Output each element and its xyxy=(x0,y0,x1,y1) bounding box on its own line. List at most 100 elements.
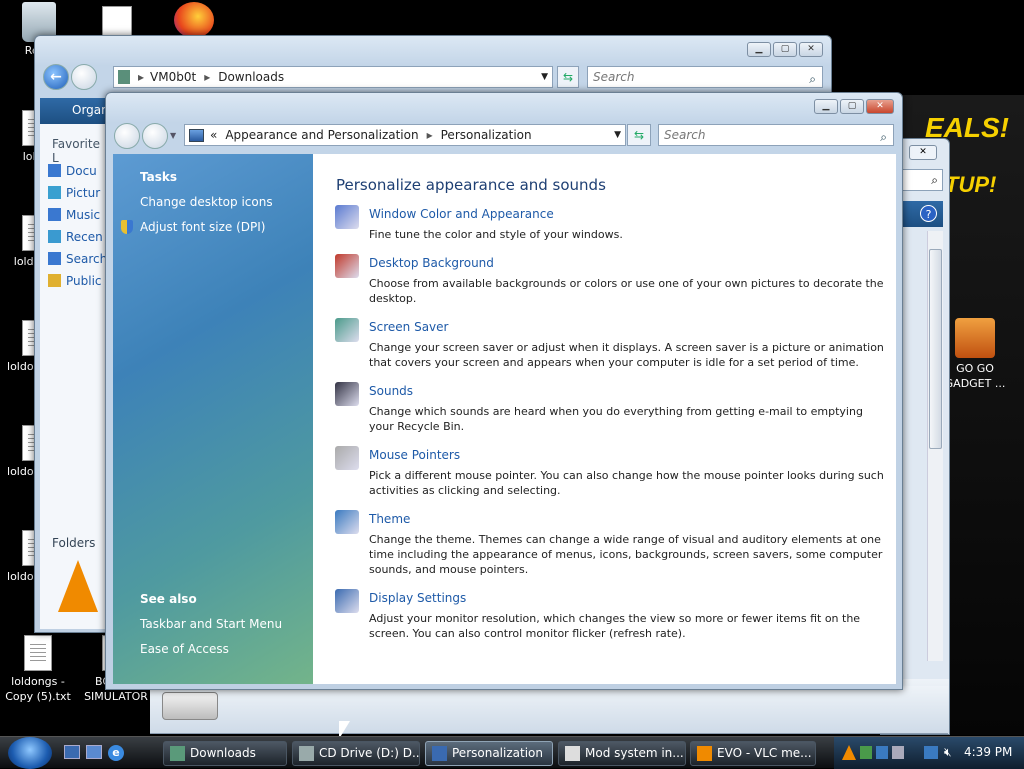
briefcase-icon xyxy=(955,318,995,358)
taskbar-button-label: EVO - VLC me... xyxy=(717,746,812,760)
favorite-link[interactable]: Music xyxy=(48,204,108,226)
sounds-icon[interactable] xyxy=(335,382,359,406)
drive-icon xyxy=(162,692,218,720)
item-link[interactable]: Mouse Pointers xyxy=(369,448,460,462)
window-icon xyxy=(565,746,580,761)
network-tray-icon[interactable] xyxy=(860,746,872,759)
folder-icon xyxy=(48,252,61,265)
desktop-icon[interactable]: loldongs - Copy (5).txt xyxy=(0,635,78,704)
item-description: Adjust your monitor resolution, which ch… xyxy=(369,612,861,640)
search-placeholder: Search xyxy=(593,70,635,84)
quick-launch: e xyxy=(64,745,124,761)
folder-icon xyxy=(48,274,61,287)
breadcrumb-separator: ▸ xyxy=(426,128,433,142)
item-link[interactable]: Desktop Background xyxy=(369,256,494,270)
organize-button[interactable]: Organ xyxy=(72,103,109,117)
search-icon[interactable]: ⌕ xyxy=(901,169,943,191)
taskbar-button[interactable]: Personalization xyxy=(425,741,553,766)
address-dropdown-icon[interactable]: ▼ xyxy=(614,130,621,140)
desktop-background-icon[interactable] xyxy=(335,254,359,278)
task-adjust-font-size[interactable]: Adjust font size (DPI) xyxy=(140,220,265,234)
screen-saver-icon[interactable] xyxy=(335,318,359,342)
item-link[interactable]: Display Settings xyxy=(369,591,466,605)
vlc-tray-icon[interactable] xyxy=(842,745,856,760)
back-button[interactable]: ← xyxy=(43,64,69,90)
forward-button[interactable] xyxy=(71,64,97,90)
scrollbar-thumb[interactable] xyxy=(929,249,942,449)
maximize-button[interactable]: ▢ xyxy=(840,99,864,114)
minimize-button[interactable]: ▁ xyxy=(747,42,771,57)
volume-muted-icon[interactable]: 🔇︎ xyxy=(944,745,952,760)
breadcrumb-prefix[interactable]: « xyxy=(210,128,217,142)
taskbar-button[interactable]: Downloads xyxy=(163,741,287,766)
downloads-search-input[interactable]: Search ⌕ xyxy=(587,66,823,88)
close-button[interactable]: ✕ xyxy=(799,42,823,57)
item-link[interactable]: Theme xyxy=(369,512,410,526)
refresh-button[interactable]: ⇆ xyxy=(627,124,651,146)
page-heading: Personalize appearance and sounds xyxy=(336,176,606,194)
breadcrumb-root[interactable]: VM0b0t xyxy=(150,70,196,84)
forward-button[interactable] xyxy=(142,123,168,149)
window-color-icon[interactable] xyxy=(335,205,359,229)
internet-explorer-icon[interactable]: e xyxy=(108,745,124,761)
favorite-link[interactable]: Recen xyxy=(48,226,108,248)
favorite-link[interactable]: Public xyxy=(48,270,108,292)
item-link[interactable]: Screen Saver xyxy=(369,320,448,334)
minimize-button[interactable]: ▁ xyxy=(814,99,838,114)
recent-pages-icon[interactable]: ▼ xyxy=(170,131,176,140)
taskbar-button[interactable]: EVO - VLC me... xyxy=(690,741,816,766)
see-also-header: See also xyxy=(140,592,197,606)
downloads-address-bar[interactable]: ▸ VM0b0t ▸ Downloads ▼ xyxy=(113,66,553,88)
favorite-link[interactable]: Search xyxy=(48,248,108,270)
help-icon[interactable]: ? xyxy=(920,205,937,222)
ad-text-setup: TUP! xyxy=(945,172,997,197)
item-description: Change which sounds are heard when you d… xyxy=(369,405,863,433)
scrollbar[interactable] xyxy=(927,231,943,661)
display-settings-icon[interactable] xyxy=(335,589,359,613)
cd-drive-bottom xyxy=(150,686,948,734)
close-button[interactable]: ✕ xyxy=(866,99,894,114)
search-input[interactable]: Search ⌕ xyxy=(658,124,894,146)
refresh-button[interactable]: ⇆ xyxy=(557,66,579,88)
theme-icon[interactable] xyxy=(335,510,359,534)
favorite-link-label: Pictur xyxy=(66,186,101,200)
switch-windows-icon[interactable] xyxy=(86,745,102,759)
firefox-icon[interactable] xyxy=(174,2,214,38)
taskbar-button[interactable]: CD Drive (D:) D... xyxy=(292,741,420,766)
personalization-window[interactable]: ▁ ▢ ✕ ▼ « Appearance and Personalization… xyxy=(105,92,903,690)
breadcrumb-current[interactable]: Downloads xyxy=(218,70,284,84)
item-description: Pick a different mouse pointer. You can … xyxy=(369,469,884,497)
breadcrumb-appearance[interactable]: Appearance and Personalization xyxy=(225,128,418,142)
item-link[interactable]: Sounds xyxy=(369,384,413,398)
show-desktop-icon[interactable] xyxy=(64,745,80,759)
downloads-window-controls: ▁ ▢ ✕ xyxy=(747,42,823,57)
start-button[interactable] xyxy=(8,737,52,769)
close-button[interactable]: ✕ xyxy=(909,145,937,160)
favorite-link[interactable]: Pictur xyxy=(48,182,108,204)
favorite-link-label: Public xyxy=(66,274,102,288)
display-tray-icon[interactable] xyxy=(892,746,904,759)
taskbar-button-label: Personalization xyxy=(452,746,543,760)
link-ease-of-access[interactable]: Ease of Access xyxy=(140,642,229,656)
taskbar-button-label: Mod system in... xyxy=(585,746,684,760)
network-connection-icon[interactable] xyxy=(924,746,938,759)
taskbar-button[interactable]: Mod system in... xyxy=(558,741,686,766)
task-change-desktop-icons[interactable]: Change desktop icons xyxy=(140,195,273,209)
sync-tray-icon[interactable] xyxy=(876,746,888,759)
search-icon[interactable]: ⌕ xyxy=(880,127,887,147)
folders-toggle[interactable]: Folders xyxy=(52,536,95,550)
link-taskbar-start-menu[interactable]: Taskbar and Start Menu xyxy=(140,617,282,631)
breadcrumb-personalization[interactable]: Personalization xyxy=(441,128,532,142)
favorite-link[interactable]: Docu xyxy=(48,160,108,182)
address-bar[interactable]: « Appearance and Personalization ▸ Perso… xyxy=(184,124,626,146)
breadcrumb-separator: ▸ xyxy=(204,70,211,84)
address-dropdown-icon[interactable]: ▼ xyxy=(541,72,548,82)
item-description: Fine tune the color and style of your wi… xyxy=(369,228,623,241)
back-button[interactable] xyxy=(114,123,140,149)
search-icon[interactable]: ⌕ xyxy=(809,69,816,89)
mouse-pointer-icon[interactable] xyxy=(335,446,359,470)
item-link[interactable]: Window Color and Appearance xyxy=(369,207,554,221)
clock[interactable]: 4:39 PM xyxy=(964,745,1012,759)
maximize-button[interactable]: ▢ xyxy=(773,42,797,57)
system-tray: 🔇︎ 4:39 PM xyxy=(834,737,1024,769)
